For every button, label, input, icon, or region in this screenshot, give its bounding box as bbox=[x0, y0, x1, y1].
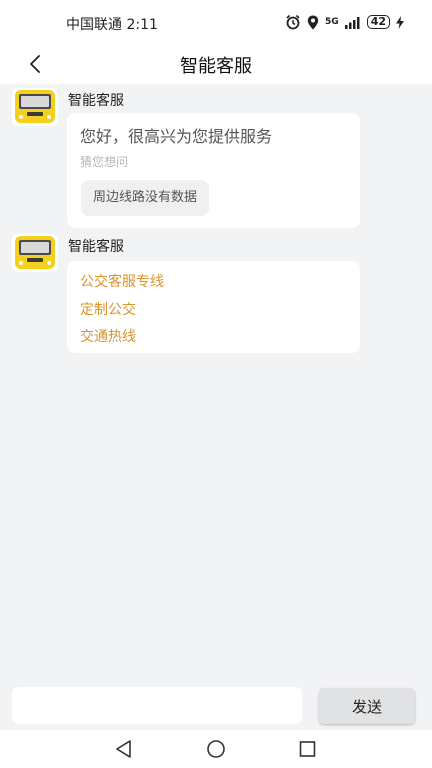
alarm-icon bbox=[286, 14, 300, 30]
link-bus-service-hotline[interactable]: 公交客服专线 bbox=[80, 271, 164, 291]
message-links: 智能客服 公交客服专线 定制公交 交通热线 bbox=[12, 234, 372, 354]
guess-label: 猜您想问 bbox=[80, 155, 129, 169]
nav-recents-icon bbox=[299, 741, 316, 757]
message-bubble: 您好，很高兴为您提供服务 猜您想问 周边线路没有数据 bbox=[67, 113, 360, 228]
carrier-time: 中国联通 2:11 bbox=[66, 17, 158, 33]
status-icons: 5G 42 bbox=[285, 13, 404, 31]
message-bubble: 公交客服专线 定制公交 交通热线 bbox=[67, 261, 360, 353]
bus-icon bbox=[15, 90, 55, 123]
avatar bbox=[12, 88, 58, 126]
page-title: 智能客服 bbox=[180, 56, 252, 77]
nav-back-icon bbox=[116, 740, 131, 758]
avatar bbox=[12, 234, 58, 272]
sender-name: 智能客服 bbox=[68, 239, 124, 255]
bus-icon bbox=[15, 236, 55, 269]
charging-icon bbox=[396, 15, 404, 29]
status-bar: 中国联通 2:11 5G 42 bbox=[0, 0, 432, 44]
message-input[interactable] bbox=[12, 687, 302, 724]
system-nav-bar bbox=[0, 730, 432, 768]
title-bar: 智能客服 bbox=[0, 44, 432, 84]
nav-home-button[interactable] bbox=[204, 738, 228, 760]
chat-area: 智能客服 您好，很高兴为您提供服务 猜您想问 周边线路没有数据 智能客服 公交客… bbox=[0, 84, 432, 680]
signal-icon bbox=[344, 16, 360, 29]
nav-recents-button[interactable] bbox=[296, 738, 320, 760]
sender-name: 智能客服 bbox=[68, 93, 124, 109]
send-button[interactable]: 发送 bbox=[319, 688, 415, 724]
nav-home-icon bbox=[207, 740, 225, 758]
network-type: 5G bbox=[325, 17, 339, 27]
link-custom-bus[interactable]: 定制公交 bbox=[80, 299, 136, 319]
link-traffic-hotline[interactable]: 交通热线 bbox=[80, 326, 136, 346]
input-bar: 发送 bbox=[0, 680, 432, 730]
greeting-text: 您好，很高兴为您提供服务 bbox=[80, 127, 273, 146]
location-icon bbox=[307, 15, 319, 29]
battery-icon: 42 bbox=[366, 15, 390, 29]
nav-back-button[interactable] bbox=[112, 738, 136, 760]
suggestion-chip[interactable]: 周边线路没有数据 bbox=[81, 180, 209, 216]
message-welcome: 智能客服 您好，很高兴为您提供服务 猜您想问 周边线路没有数据 bbox=[12, 88, 372, 230]
